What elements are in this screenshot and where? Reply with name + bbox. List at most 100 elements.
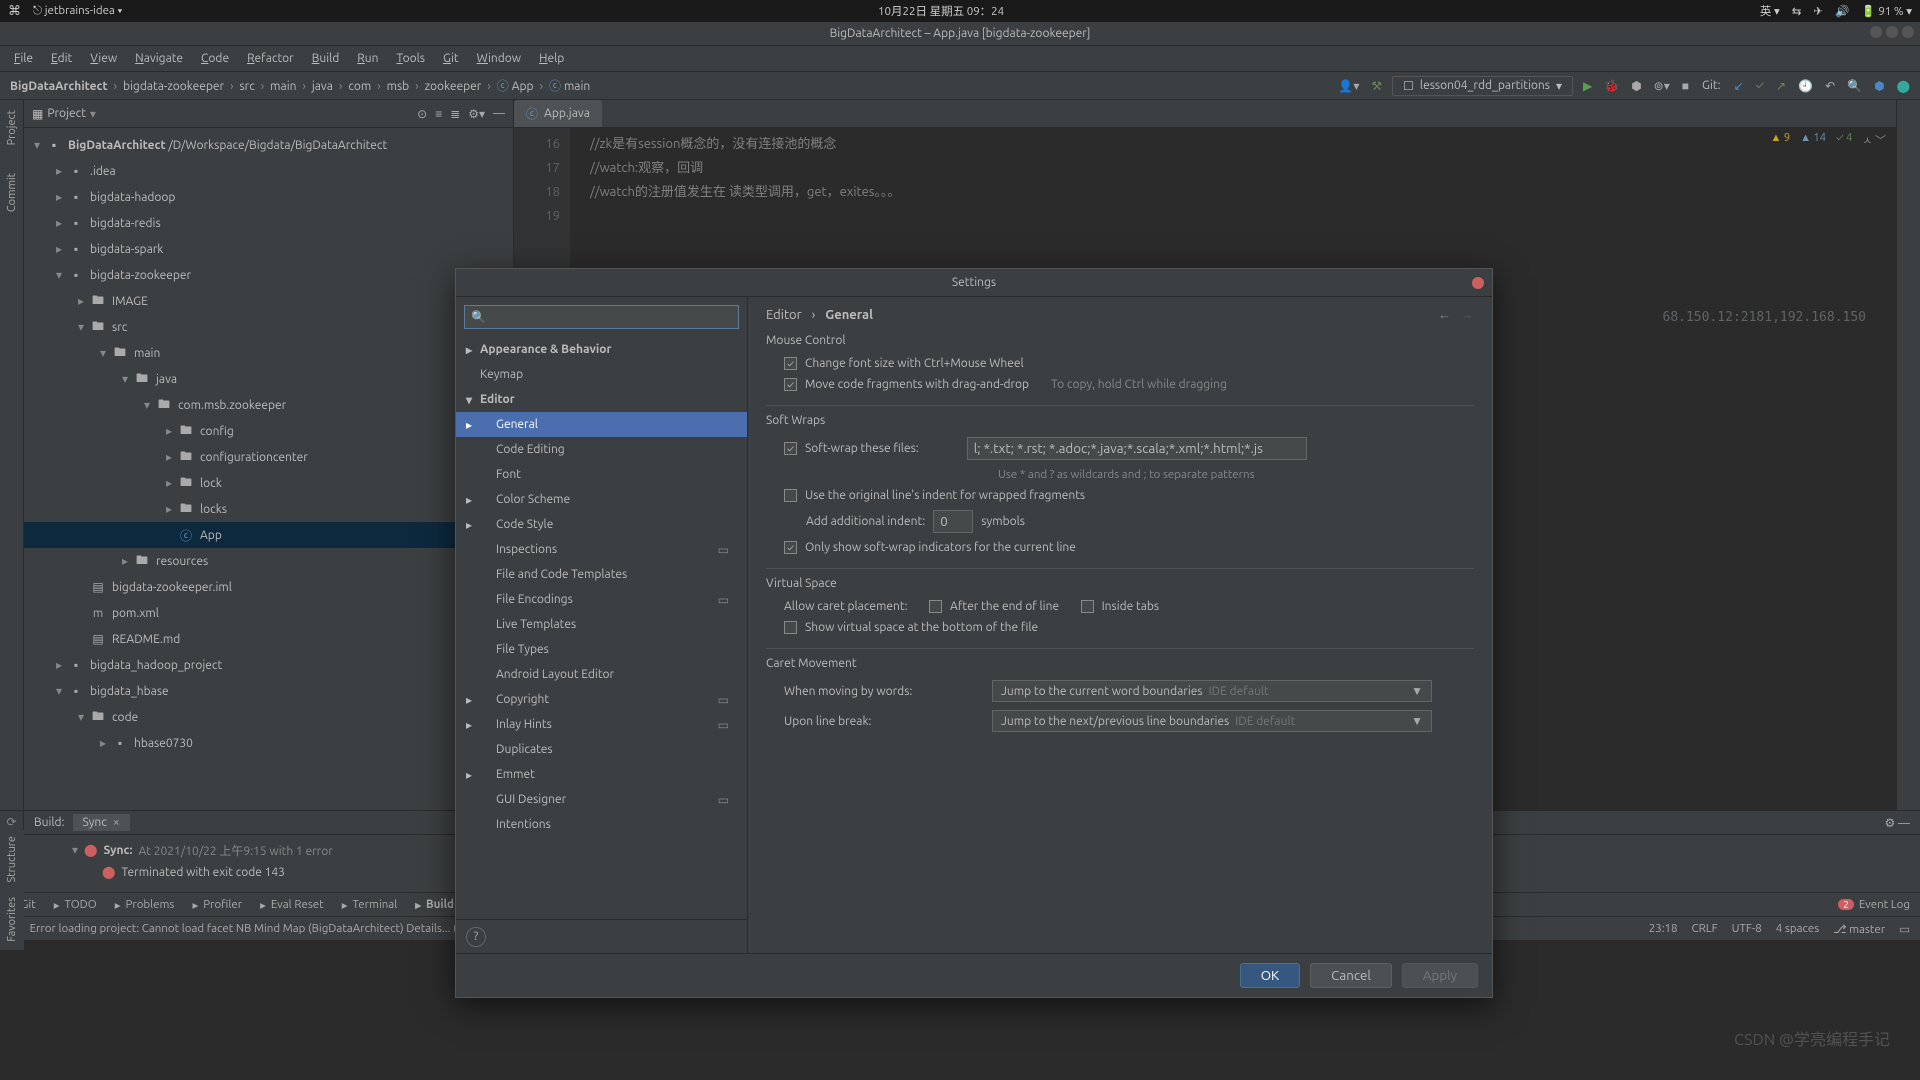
caret-position[interactable]: 23:18 bbox=[1649, 922, 1678, 936]
plugin-icon[interactable]: ⬤ bbox=[1895, 77, 1912, 95]
combo-words[interactable]: Jump to the current word boundariesIDE d… bbox=[992, 680, 1432, 702]
crumb-main[interactable]: ⓒmain bbox=[547, 80, 592, 93]
settings-cat-inspections[interactable]: Inspections▭ bbox=[456, 537, 747, 562]
menu-view[interactable]: View bbox=[82, 49, 125, 68]
git-push-icon[interactable]: ↗ bbox=[1774, 77, 1788, 95]
chk-font-size[interactable] bbox=[784, 357, 797, 370]
chk-show-virtual[interactable] bbox=[784, 621, 797, 634]
menu-run[interactable]: Run bbox=[349, 49, 386, 68]
settings-cat-color-scheme[interactable]: ▸Color Scheme bbox=[456, 487, 747, 512]
tree-node[interactable]: ▸▪bigdata-hadoop bbox=[24, 184, 513, 210]
tree-node[interactable]: ▸▪bigdata-redis bbox=[24, 210, 513, 236]
tree-node[interactable]: ▸▪bigdata-spark bbox=[24, 236, 513, 262]
tree-node[interactable]: ▸▪bigdata_hadoop_project bbox=[24, 652, 513, 678]
run-icon[interactable]: ▶ bbox=[1581, 77, 1594, 95]
crumb-java[interactable]: java bbox=[310, 80, 335, 93]
lang-indicator[interactable]: 英 ▾ bbox=[1760, 3, 1780, 19]
settings-cat-font[interactable]: Font bbox=[456, 462, 747, 487]
chk-inside-tabs[interactable] bbox=[1081, 600, 1094, 613]
settings-cat-live-templates[interactable]: Live Templates bbox=[456, 612, 747, 637]
app-menu[interactable]: ⎋ jetbrains-idea ▾ bbox=[33, 4, 122, 18]
menu-code[interactable]: Code bbox=[193, 49, 237, 68]
tree-node[interactable]: ▾🖿main bbox=[24, 340, 513, 366]
collapse-all-icon[interactable]: ≣ bbox=[450, 107, 460, 121]
menu-refactor[interactable]: Refactor bbox=[239, 49, 302, 68]
menu-file[interactable]: File bbox=[6, 49, 41, 68]
search-icon[interactable]: 🔍 bbox=[1845, 77, 1864, 95]
chk-only-current[interactable] bbox=[784, 541, 797, 554]
line-separator[interactable]: CRLF bbox=[1692, 922, 1718, 936]
menu-edit[interactable]: Edit bbox=[43, 49, 80, 68]
coverage-icon[interactable]: ⬢ bbox=[1629, 77, 1643, 95]
profile-icon[interactable]: ⊚▾ bbox=[1652, 77, 1672, 95]
user-icon[interactable]: 👤▾ bbox=[1336, 77, 1361, 95]
crumb-zookeeper[interactable]: zookeeper bbox=[423, 80, 484, 93]
settings-cat-duplicates[interactable]: Duplicates bbox=[456, 737, 747, 762]
settings-search-input[interactable]: 🔍 bbox=[464, 305, 739, 329]
ide-settings-icon[interactable]: ⬢ bbox=[1872, 77, 1886, 95]
settings-cat-editor[interactable]: ▾Editor bbox=[456, 387, 747, 412]
tree-node[interactable]: ▾▪bigdata-zookeeper bbox=[24, 262, 513, 288]
tree-node[interactable]: ▸🖿config bbox=[24, 418, 513, 444]
back-icon[interactable]: ← bbox=[1438, 307, 1451, 322]
tool-build[interactable]: ▸ Build bbox=[415, 898, 454, 912]
git-history-icon[interactable]: 🕘 bbox=[1796, 77, 1815, 95]
chk-after-eol[interactable] bbox=[929, 600, 942, 613]
run-config-selector[interactable]: ☐ lesson04_rdd_partitions ▾ bbox=[1392, 76, 1573, 96]
tool-terminal[interactable]: ▸ Terminal bbox=[342, 898, 398, 912]
commit-tool-button[interactable]: Commit bbox=[6, 169, 18, 216]
settings-cat-copyright[interactable]: ▸Copyright▭ bbox=[456, 687, 747, 712]
tree-node[interactable]: ▸🖿locks bbox=[24, 496, 513, 522]
build-hammer-icon[interactable]: ⚒ bbox=[1369, 77, 1384, 95]
bc-editor[interactable]: Editor bbox=[766, 308, 802, 322]
crumb-bigdata-zookeeper[interactable]: bigdata-zookeeper bbox=[121, 80, 226, 93]
tool-eval reset[interactable]: ▸ Eval Reset bbox=[260, 898, 324, 912]
settings-cat-inlay-hints[interactable]: ▸Inlay Hints▭ bbox=[456, 712, 747, 737]
settings-cat-file-encodings[interactable]: File Encodings▭ bbox=[456, 587, 747, 612]
menu-build[interactable]: Build bbox=[304, 49, 348, 68]
airplane-icon[interactable]: ✈ bbox=[1813, 4, 1823, 18]
maximize-button[interactable] bbox=[1886, 26, 1898, 38]
favorites-tool-button[interactable]: Favorites bbox=[6, 897, 18, 942]
tree-node[interactable]: ⓒApp bbox=[24, 522, 513, 548]
tree-node[interactable]: ▾🖿src bbox=[24, 314, 513, 340]
tree-node[interactable]: ▸🖿IMAGE bbox=[24, 288, 513, 314]
combo-break[interactable]: Jump to the next/previous line boundarie… bbox=[992, 710, 1432, 732]
expand-all-icon[interactable]: ≡ bbox=[435, 107, 442, 121]
settings-gear-icon[interactable]: ⚙▾ bbox=[468, 107, 485, 121]
menu-tools[interactable]: Tools bbox=[389, 49, 434, 68]
settings-cat-code-editing[interactable]: Code Editing bbox=[456, 437, 747, 462]
project-tool-button[interactable]: Project bbox=[6, 106, 18, 149]
file-encoding[interactable]: UTF-8 bbox=[1732, 922, 1762, 936]
menu-window[interactable]: Window bbox=[469, 49, 529, 68]
battery-icon[interactable]: 🔋 91 % ▾ bbox=[1861, 4, 1912, 18]
chk-softwrap[interactable] bbox=[784, 442, 797, 455]
settings-cat-intentions[interactable]: Intentions bbox=[456, 812, 747, 837]
tree-node[interactable]: ▸🖿configurationcenter bbox=[24, 444, 513, 470]
volume-icon[interactable]: 🔊 bbox=[1835, 4, 1849, 18]
tool-profiler[interactable]: ▸ Profiler bbox=[192, 898, 242, 912]
tree-node[interactable]: ▾▪bigdata_hbase bbox=[24, 678, 513, 704]
editor-tab[interactable]: ⓒApp.java bbox=[514, 100, 602, 127]
structure-tool-button[interactable]: Structure bbox=[6, 836, 18, 883]
tree-node[interactable]: ▾🖿com.msb.zookeeper bbox=[24, 392, 513, 418]
help-button[interactable]: ? bbox=[466, 927, 486, 947]
git-rollback-icon[interactable]: ↶ bbox=[1823, 77, 1837, 95]
tree-node[interactable]: mpom.xml bbox=[24, 600, 513, 626]
close-icon[interactable] bbox=[1472, 277, 1484, 289]
git-commit-icon[interactable]: ✓ bbox=[1754, 77, 1766, 94]
crumb-com[interactable]: com bbox=[346, 80, 373, 93]
rerun-icon[interactable]: ⟳ bbox=[6, 815, 16, 829]
chk-orig-indent[interactable] bbox=[784, 489, 797, 502]
sync-tab[interactable]: Sync × bbox=[73, 814, 130, 831]
apply-button[interactable]: Apply bbox=[1402, 963, 1478, 988]
settings-cat-file-and-code-templates[interactable]: File and Code Templates bbox=[456, 562, 747, 587]
ok-button[interactable]: OK bbox=[1240, 963, 1300, 988]
sync-icon[interactable]: ⇆ bbox=[1792, 4, 1802, 18]
tree-node[interactable]: ▾🖿code bbox=[24, 704, 513, 730]
tree-node[interactable]: ▤bigdata-zookeeper.iml bbox=[24, 574, 513, 600]
crumb-src[interactable]: src bbox=[237, 80, 256, 93]
git-branch[interactable]: ⎇ master bbox=[1833, 922, 1885, 936]
minimize-button[interactable] bbox=[1870, 26, 1882, 38]
crumb-app[interactable]: ⓒApp bbox=[495, 80, 536, 93]
